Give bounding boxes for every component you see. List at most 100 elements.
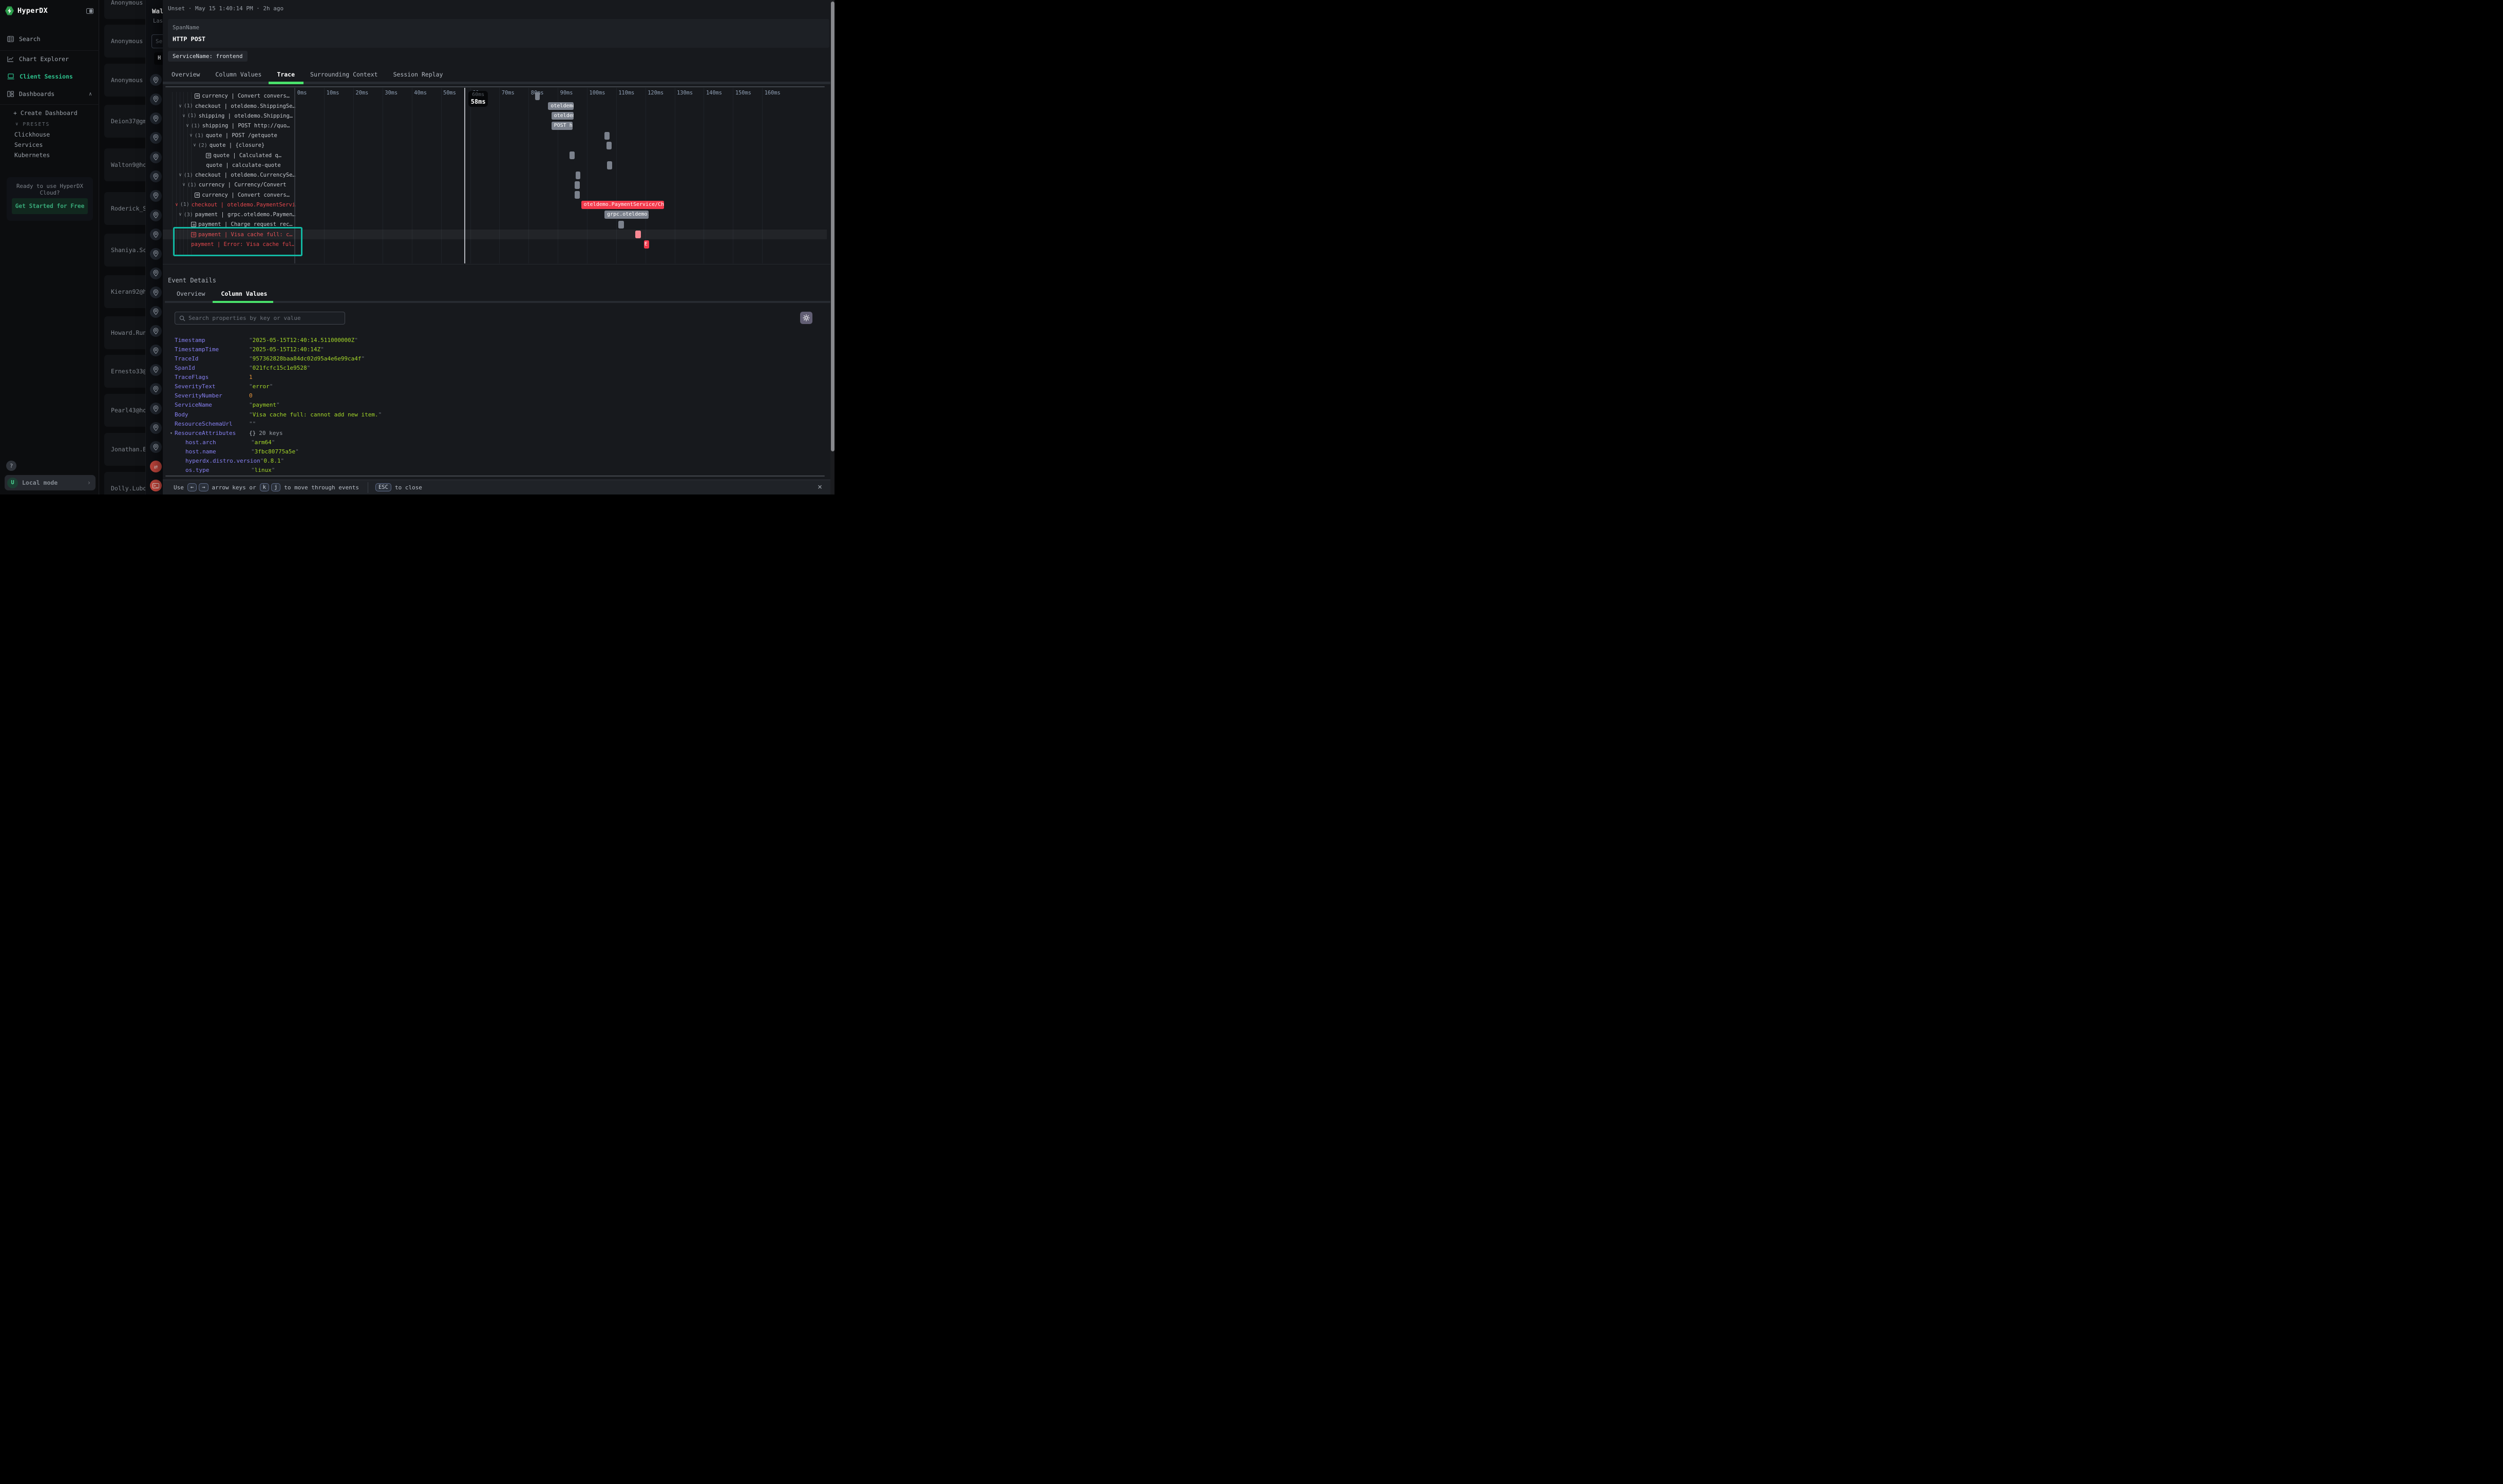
session-list-item[interactable]: Walton9@ho bbox=[104, 148, 145, 181]
property-row[interactable]: ▾ResourceAttributes{}20 keys bbox=[175, 428, 283, 437]
trace-span-row[interactable]: ∨(2)quote | {closure} bbox=[193, 141, 296, 150]
location-pin-icon[interactable] bbox=[150, 325, 162, 337]
tab-column-values[interactable]: Column Values bbox=[215, 71, 261, 78]
trace-span-row[interactable]: ∨(1)quote | POST /getquote bbox=[189, 131, 296, 141]
user-menu[interactable]: U Local mode › bbox=[5, 475, 96, 490]
trace-span-row[interactable]: ∨(1)checkout | oteldemo.ShippingSe… bbox=[179, 101, 296, 111]
location-pin-icon[interactable] bbox=[150, 364, 162, 376]
location-pin-icon[interactable] bbox=[150, 441, 162, 453]
horizontal-scrollbar[interactable] bbox=[165, 475, 825, 477]
service-name-chip[interactable]: ServiceName: frontend bbox=[168, 51, 248, 62]
property-row[interactable]: os.type"linux" bbox=[185, 466, 275, 475]
trace-span-row[interactable]: ∨(1)shipping | oteldemo.Shipping… bbox=[182, 111, 296, 121]
session-list-item[interactable]: Anonymous bbox=[104, 0, 145, 19]
span-duration-bar[interactable] bbox=[607, 161, 612, 169]
location-pin-icon[interactable] bbox=[150, 403, 162, 414]
span-duration-bar[interactable]: oteldemo. bbox=[548, 102, 573, 110]
get-started-button[interactable]: Get Started for Free bbox=[12, 198, 88, 214]
settings-gear-button[interactable] bbox=[800, 312, 812, 324]
property-row[interactable]: ResourceSchemaUrl"" bbox=[175, 419, 256, 428]
location-pin-icon[interactable] bbox=[150, 306, 162, 318]
chevron-down-icon[interactable]: ∨ bbox=[175, 202, 178, 207]
tab-overview[interactable]: Overview bbox=[172, 71, 200, 78]
trace-span-row[interactable]: currency | Convert convers… bbox=[195, 190, 296, 200]
terminal-icon[interactable]: >_ bbox=[150, 480, 162, 491]
chevron-down-icon[interactable]: ∨ bbox=[193, 143, 196, 148]
session-list-item[interactable]: Jonathan.B bbox=[104, 433, 145, 466]
ed-tab-overview[interactable]: Overview bbox=[177, 290, 205, 297]
span-duration-bar[interactable]: grpc.oteldemo. bbox=[604, 211, 649, 218]
property-row[interactable]: SeverityNumber0 bbox=[175, 391, 253, 401]
trace-span-row[interactable]: ∨(1)checkout | oteldemo.CurrencySe… bbox=[179, 170, 296, 180]
session-list-item[interactable]: Anonymous bbox=[104, 64, 145, 97]
span-duration-bar[interactable] bbox=[604, 132, 610, 140]
span-duration-bar[interactable] bbox=[618, 221, 623, 229]
trace-span-row[interactable]: quote | Calculated q… bbox=[206, 150, 296, 160]
chevron-down-icon[interactable]: ∨ bbox=[179, 173, 181, 178]
presets-toggle[interactable]: ∨ PRESETS bbox=[0, 119, 99, 129]
location-pin-icon[interactable] bbox=[150, 74, 162, 86]
chevron-down-icon[interactable]: ∨ bbox=[179, 104, 181, 109]
span-duration-bar[interactable] bbox=[575, 181, 580, 189]
property-row[interactable]: SpanId"021fcfc15c1e9528" bbox=[175, 363, 310, 372]
location-pin-icon[interactable] bbox=[150, 383, 162, 395]
location-pin-icon[interactable] bbox=[150, 151, 162, 163]
sidebar-item-search[interactable]: Search bbox=[0, 32, 99, 46]
tab-session-replay[interactable]: Session Replay bbox=[393, 71, 443, 78]
detail-search-fragment[interactable]: Sea bbox=[151, 34, 163, 48]
location-pin-icon[interactable] bbox=[150, 229, 162, 240]
chevron-down-icon[interactable]: ∨ bbox=[182, 182, 185, 187]
help-button[interactable]: ? bbox=[6, 461, 16, 471]
session-list-item[interactable]: Roderick_S bbox=[104, 192, 145, 225]
preset-link-clickhouse[interactable]: Clickhouse bbox=[0, 129, 99, 140]
preset-link-kubernetes[interactable]: Kubernetes bbox=[0, 150, 99, 160]
property-row[interactable]: TimestampTime"2025-05-15T12:40:14Z" bbox=[175, 345, 324, 354]
network-swap-icon[interactable]: ⇄ bbox=[150, 461, 162, 472]
span-duration-bar[interactable]: oteldem bbox=[552, 112, 574, 120]
span-duration-bar[interactable] bbox=[606, 142, 612, 149]
chevron-down-icon[interactable]: ∨ bbox=[182, 113, 185, 119]
session-list-item[interactable]: Pearl43@ho bbox=[104, 394, 145, 427]
page-scrollbar-thumb[interactable] bbox=[831, 2, 835, 451]
location-pin-icon[interactable] bbox=[150, 422, 162, 434]
span-duration-bar[interactable]: POST ht bbox=[552, 122, 573, 129]
session-list-item[interactable]: Shaniya.Sc bbox=[104, 234, 145, 267]
trace-span-row[interactable]: ∨(1)currency | Currency/Convert bbox=[182, 180, 296, 190]
sidebar-item-client-sessions[interactable]: Client Sessions bbox=[0, 70, 99, 83]
location-pin-icon[interactable] bbox=[150, 287, 162, 298]
property-row[interactable]: TraceId"957362828baa84dc02d95a4e6e99ca4f… bbox=[175, 354, 365, 363]
property-row[interactable]: SeverityText"error" bbox=[175, 382, 273, 391]
create-dashboard-button[interactable]: + Create Dashboard bbox=[0, 108, 99, 118]
preset-link-services[interactable]: Services bbox=[0, 140, 99, 150]
chevron-down-icon[interactable]: ∨ bbox=[186, 123, 188, 128]
property-row[interactable]: host.name"3fbc80775a5e" bbox=[185, 447, 299, 456]
trace-span-row[interactable]: ∨(1)shipping | POST http://quo… bbox=[186, 121, 296, 130]
location-pin-icon[interactable] bbox=[150, 93, 162, 105]
ed-tab-column-values[interactable]: Column Values bbox=[221, 290, 267, 297]
session-list-item[interactable]: Dolly.Lubo bbox=[104, 472, 145, 494]
session-list-item[interactable]: Anonymous bbox=[104, 25, 145, 58]
sidebar-item-dashboards[interactable]: Dashboards ∧ bbox=[0, 87, 99, 101]
location-pin-icon[interactable] bbox=[150, 248, 162, 260]
property-row[interactable]: host.arch"arm64" bbox=[185, 437, 275, 447]
property-search-input[interactable]: Search properties by key or value bbox=[175, 312, 345, 325]
property-row[interactable]: Body"Visa cache full: cannot add new ite… bbox=[175, 410, 382, 419]
close-icon[interactable]: × bbox=[818, 483, 822, 491]
property-row[interactable]: ServiceName"payment" bbox=[175, 401, 280, 410]
property-row[interactable]: TraceFlags1 bbox=[175, 373, 253, 382]
chevron-down-icon[interactable]: ∨ bbox=[179, 212, 181, 217]
trace-span-row[interactable]: currency | Convert convers… bbox=[195, 91, 296, 101]
span-duration-bar[interactable] bbox=[535, 92, 540, 100]
tab-surrounding-context[interactable]: Surrounding Context bbox=[310, 71, 378, 78]
session-list-item[interactable]: Deion37@gm bbox=[104, 105, 145, 138]
location-pin-icon[interactable] bbox=[150, 170, 162, 182]
tab-trace[interactable]: Trace bbox=[277, 71, 295, 78]
detail-button-fragment[interactable]: H bbox=[154, 52, 163, 65]
location-pin-icon[interactable] bbox=[150, 190, 162, 202]
chevron-down-icon[interactable]: ∨ bbox=[189, 133, 192, 138]
sidebar-item-chart-explorer[interactable]: Chart Explorer bbox=[0, 52, 99, 66]
horizontal-scrollbar[interactable] bbox=[165, 86, 825, 87]
property-row[interactable]: Timestamp"2025-05-15T12:40:14.511000000Z… bbox=[175, 335, 358, 345]
session-list-item[interactable]: Kieran92@h bbox=[104, 275, 145, 308]
location-pin-icon[interactable] bbox=[150, 345, 162, 356]
